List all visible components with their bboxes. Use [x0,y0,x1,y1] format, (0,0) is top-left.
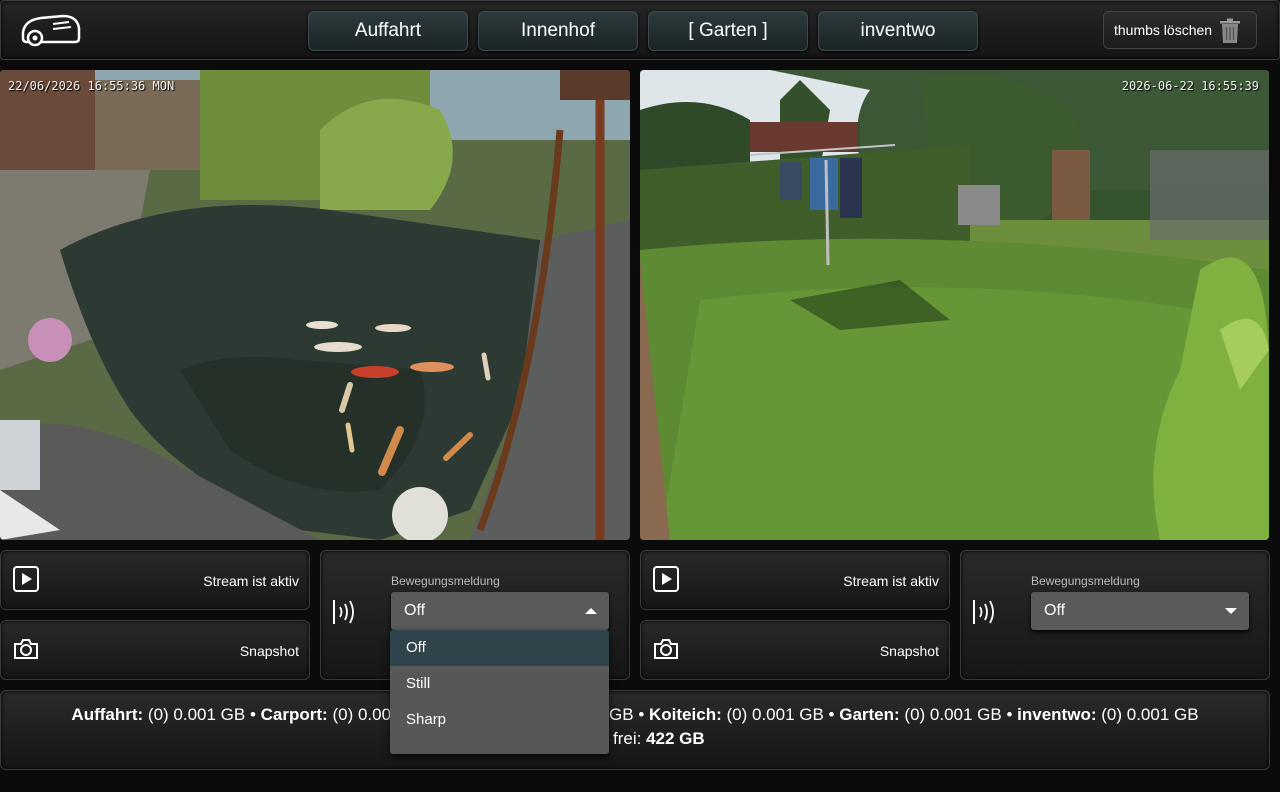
motion-caption: Bewegungsmeldung [1031,574,1140,588]
nav-button-garten[interactable]: [ Garten ] [648,11,808,51]
snapshot-button[interactable]: Snapshot [640,620,950,680]
stat-value: (0) 0.001 GB [1101,705,1199,724]
stream-toggle-button[interactable]: Stream ist aktiv [0,550,310,610]
top-bar: Auffahrt Innenhof [ Garten ] inventwo th… [0,0,1280,60]
robot-mower-logo-icon[interactable] [19,12,83,48]
motion-caption: Bewegungsmeldung [391,574,500,588]
motion-select[interactable]: Off [1031,592,1249,630]
camera-icon [14,639,38,659]
nav-button-innenhof[interactable]: Innenhof [478,11,638,51]
stat-name: Carport: [260,705,328,724]
camera-image-garten [640,70,1269,540]
nav-button-auffahrt[interactable]: Auffahrt [308,11,468,51]
stat-name: inventwo: [1017,705,1097,724]
stat-name: Garten: [839,705,900,724]
motion-sensor-icon [333,600,354,624]
free-label: frei: [613,729,642,748]
trash-icon [1220,18,1240,43]
stream-status-label: Stream ist aktiv [843,573,939,589]
stat-value: (0) 0.001 GB [904,705,1002,724]
caret-down-icon [1225,608,1237,614]
option-sharp[interactable]: Sharp [390,702,609,738]
play-icon [13,566,39,592]
motion-select-value: Off [404,602,426,619]
snapshot-button[interactable]: Snapshot [0,620,310,680]
stat-value: (0) 0.001 GB [726,705,824,724]
stat-value: (0) 0.00 [332,705,392,724]
motion-panel-garten: Bewegungsmeldung Off [960,550,1270,680]
camera-image-koiteich [0,70,630,540]
motion-select-dropdown: Off Still Sharp [390,630,609,754]
camera-timestamp: 2026-06-22 16:55:39 [1121,79,1259,93]
storage-usage-line: Auffahrt: (0) 0.001 GB • Carport: (0) 0.… [71,705,1199,724]
snapshot-label: Snapshot [879,643,939,659]
motion-select[interactable]: Off [391,592,609,630]
caret-up-icon [585,608,597,614]
storage-free-line: frei: 422 GB [613,729,1280,749]
stat-name: Koiteich: [649,705,722,724]
storage-status-bar: Auffahrt: (0) 0.001 GB • Carport: (0) 0.… [0,690,1270,770]
camera-icon [654,639,678,659]
option-off[interactable]: Off [390,630,609,666]
nav-button-inventwo[interactable]: inventwo [818,11,978,51]
snapshot-label: Snapshot [239,643,299,659]
camera-timestamp: 22/06/2026 16:55:36 MON [8,79,175,93]
free-value: 422 GB [646,729,705,748]
motion-sensor-icon [973,600,994,624]
stream-status-label: Stream ist aktiv [203,573,299,589]
play-icon [653,566,679,592]
motion-select-value: Off [1044,602,1066,619]
stat-value: GB [609,705,634,724]
option-still[interactable]: Still [390,666,609,702]
stream-toggle-button[interactable]: Stream ist aktiv [640,550,950,610]
delete-thumbs-button[interactable]: thumbs löschen [1103,11,1257,49]
camera-feed-garten[interactable]: 2026-06-22 16:55:39 [640,70,1269,540]
stat-name: Auffahrt: [71,705,144,724]
delete-thumbs-label: thumbs löschen [1114,22,1213,38]
camera-feed-koiteich[interactable]: 22/06/2026 16:55:36 MON [0,70,630,540]
stat-value: (0) 0.001 GB [147,705,246,724]
